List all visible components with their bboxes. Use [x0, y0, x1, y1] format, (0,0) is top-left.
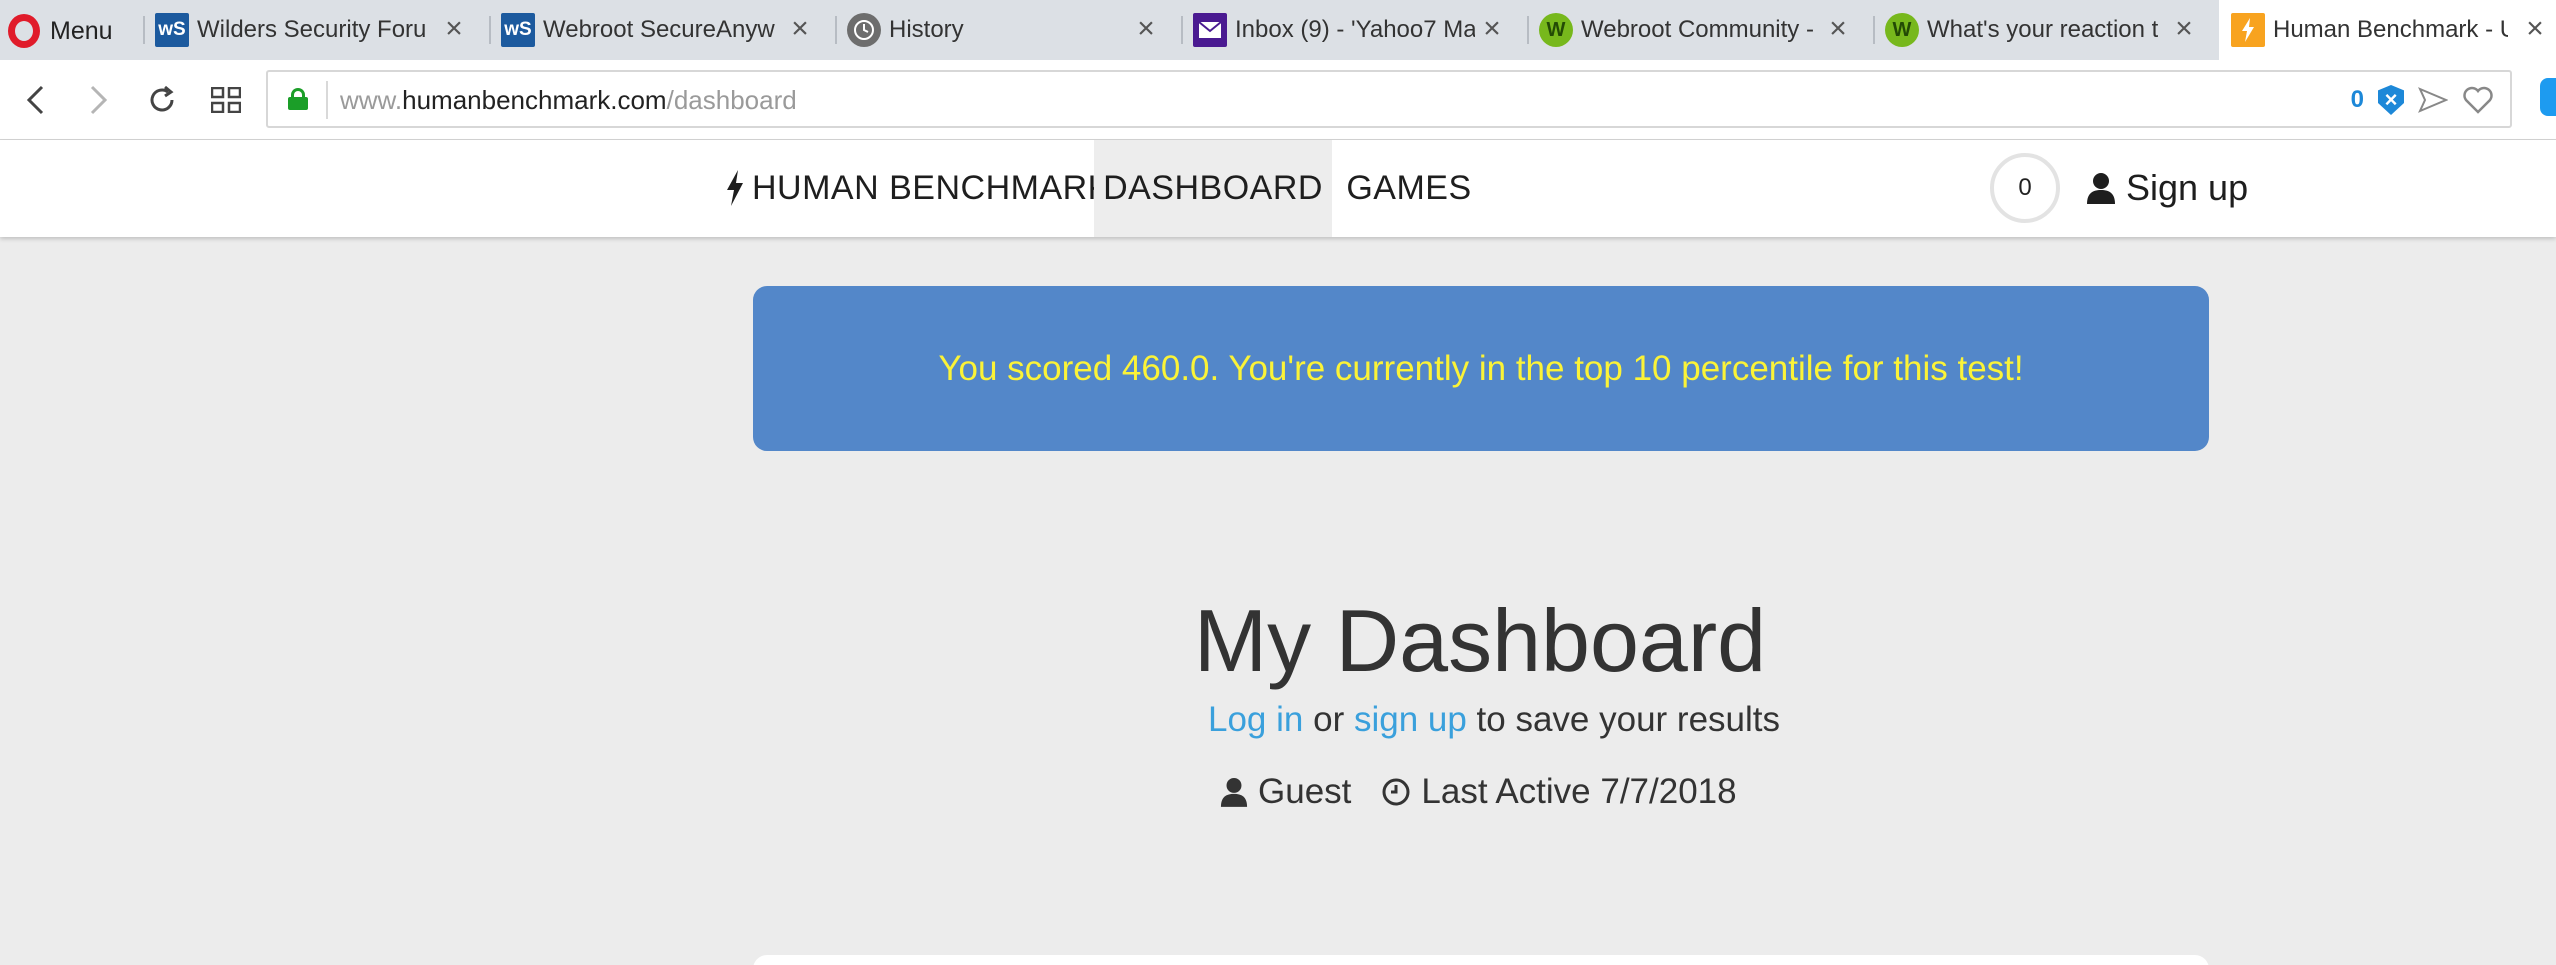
user-icon — [1220, 778, 1248, 807]
close-tab-icon[interactable]: × — [785, 14, 815, 44]
send-icon[interactable] — [2418, 87, 2448, 113]
score-banner: You scored 460.0. You're currently in th… — [753, 286, 2209, 451]
reload-icon — [150, 85, 174, 112]
adblock-shield-icon[interactable]: × — [2378, 85, 2404, 115]
url-path: /dashboard — [666, 85, 797, 115]
clock-icon — [1382, 778, 1410, 806]
site-navbar: HUMAN BENCHMARK DASHBOARD GAMES 0 Sign u… — [0, 140, 2556, 237]
opera-logo-icon — [8, 14, 40, 48]
url-divider — [326, 81, 328, 119]
close-tab-icon[interactable]: × — [2169, 14, 2199, 44]
back-button[interactable] — [14, 78, 58, 122]
webroot-icon: W — [1885, 13, 1919, 47]
tab-title: History — [889, 16, 964, 43]
tab-separator — [1181, 16, 1183, 44]
tab-separator — [489, 16, 491, 44]
tab-grid-button[interactable] — [204, 78, 248, 122]
score-banner-text: You scored 460.0. You're currently in th… — [938, 348, 2024, 388]
history-clock-icon — [847, 13, 881, 47]
tab-separator — [1873, 16, 1875, 44]
browser-tab[interactable]: Inbox (9) - 'Yahoo7 Ma × — [1181, 0, 1525, 60]
tab-title: What's your reaction t — [1927, 16, 2159, 43]
close-tab-icon[interactable]: × — [1477, 14, 1507, 44]
close-tab-icon[interactable]: × — [1823, 14, 1853, 44]
tab-title: Webroot SecureAnyw — [543, 16, 775, 43]
menu-label: Menu — [50, 16, 113, 45]
forward-button[interactable] — [76, 78, 120, 122]
brand-name: HUMAN BENCHMARK — [752, 168, 1111, 207]
reload-button[interactable] — [140, 78, 184, 122]
browser-tab-strip: Menu wS Wilders Security Foru × wS Webro… — [0, 0, 2556, 60]
signup-label: Sign up — [2126, 167, 2249, 208]
score-badge: 0 — [1990, 153, 2060, 223]
tab-title: Human Benchmark - U — [2273, 16, 2508, 43]
browser-tab[interactable]: wS Webroot SecureAnyw × — [489, 0, 833, 60]
tab-title: Inbox (9) - 'Yahoo7 Ma — [1235, 16, 1475, 43]
nav-games[interactable]: GAMES — [1334, 140, 1484, 237]
save-results-text: to save your results — [1466, 700, 1781, 739]
human-benchmark-icon — [2231, 13, 2265, 47]
tab-separator — [143, 16, 145, 44]
signup-button[interactable]: Sign up — [2086, 164, 2248, 212]
content-card — [753, 955, 2209, 965]
adblock-count: 0 — [2350, 86, 2364, 113]
nav-dashboard[interactable]: DASHBOARD — [1094, 140, 1332, 237]
lightning-bolt-icon — [727, 170, 743, 206]
tab-separator — [835, 16, 837, 44]
heart-icon[interactable] — [2462, 86, 2494, 114]
browser-tab-active[interactable]: Human Benchmark - U × — [2219, 0, 2556, 60]
browser-tab[interactable]: W What's your reaction t × — [1873, 0, 2217, 60]
tab-title: Webroot Community - — [1581, 16, 1814, 43]
url-actions: 0 × — [2351, 81, 2494, 119]
wilders-ws-icon: wS — [501, 13, 535, 47]
brand-logo-link[interactable]: HUMAN BENCHMARK — [724, 164, 1111, 212]
dashboard-title: My Dashboard — [1193, 591, 1767, 690]
signup-link[interactable]: sign up — [1354, 700, 1467, 739]
forward-arrow-icon — [90, 85, 108, 115]
close-tab-icon[interactable]: × — [1131, 14, 1161, 44]
browser-tab[interactable]: History × — [835, 0, 1179, 60]
url-text[interactable]: www.humanbenchmark.com/dashboard — [340, 85, 797, 116]
back-arrow-icon — [26, 85, 44, 115]
yahoo-mail-icon — [1193, 13, 1227, 47]
user-icon — [2087, 173, 2115, 204]
login-prompt: Log in or sign up to save your results — [1208, 700, 1780, 740]
address-bar-row: www.humanbenchmark.com/dashboard 0 × — [0, 60, 2556, 140]
user-meta: Guest Last Active 7/7/2018 — [1220, 768, 1737, 816]
tab-title: Wilders Security Foru — [197, 16, 427, 43]
url-domain: humanbenchmark.com — [402, 85, 667, 115]
url-field[interactable]: www.humanbenchmark.com/dashboard 0 × — [266, 70, 2512, 128]
or-text: or — [1303, 700, 1354, 739]
close-tab-icon[interactable]: × — [439, 14, 469, 44]
browser-tab[interactable]: wS Wilders Security Foru × — [143, 0, 487, 60]
lock-icon — [288, 88, 308, 110]
user-name: Guest — [1258, 772, 1352, 811]
close-tab-icon[interactable]: × — [2520, 14, 2550, 44]
webroot-icon: W — [1539, 13, 1573, 47]
opera-menu-button[interactable]: Menu — [8, 12, 113, 50]
browser-tab[interactable]: W Webroot Community - × — [1527, 0, 1871, 60]
last-active-text: Last Active 7/7/2018 — [1421, 772, 1737, 811]
url-prefix: www. — [340, 85, 403, 115]
last-active-info: Last Active 7/7/2018 — [1381, 772, 1737, 812]
tab-separator — [1527, 16, 1529, 44]
grid-icon — [211, 87, 241, 113]
login-link[interactable]: Log in — [1208, 700, 1303, 739]
user-info: Guest — [1220, 772, 1351, 812]
extension-icon[interactable] — [2540, 78, 2556, 116]
wilders-ws-icon: wS — [155, 13, 189, 47]
